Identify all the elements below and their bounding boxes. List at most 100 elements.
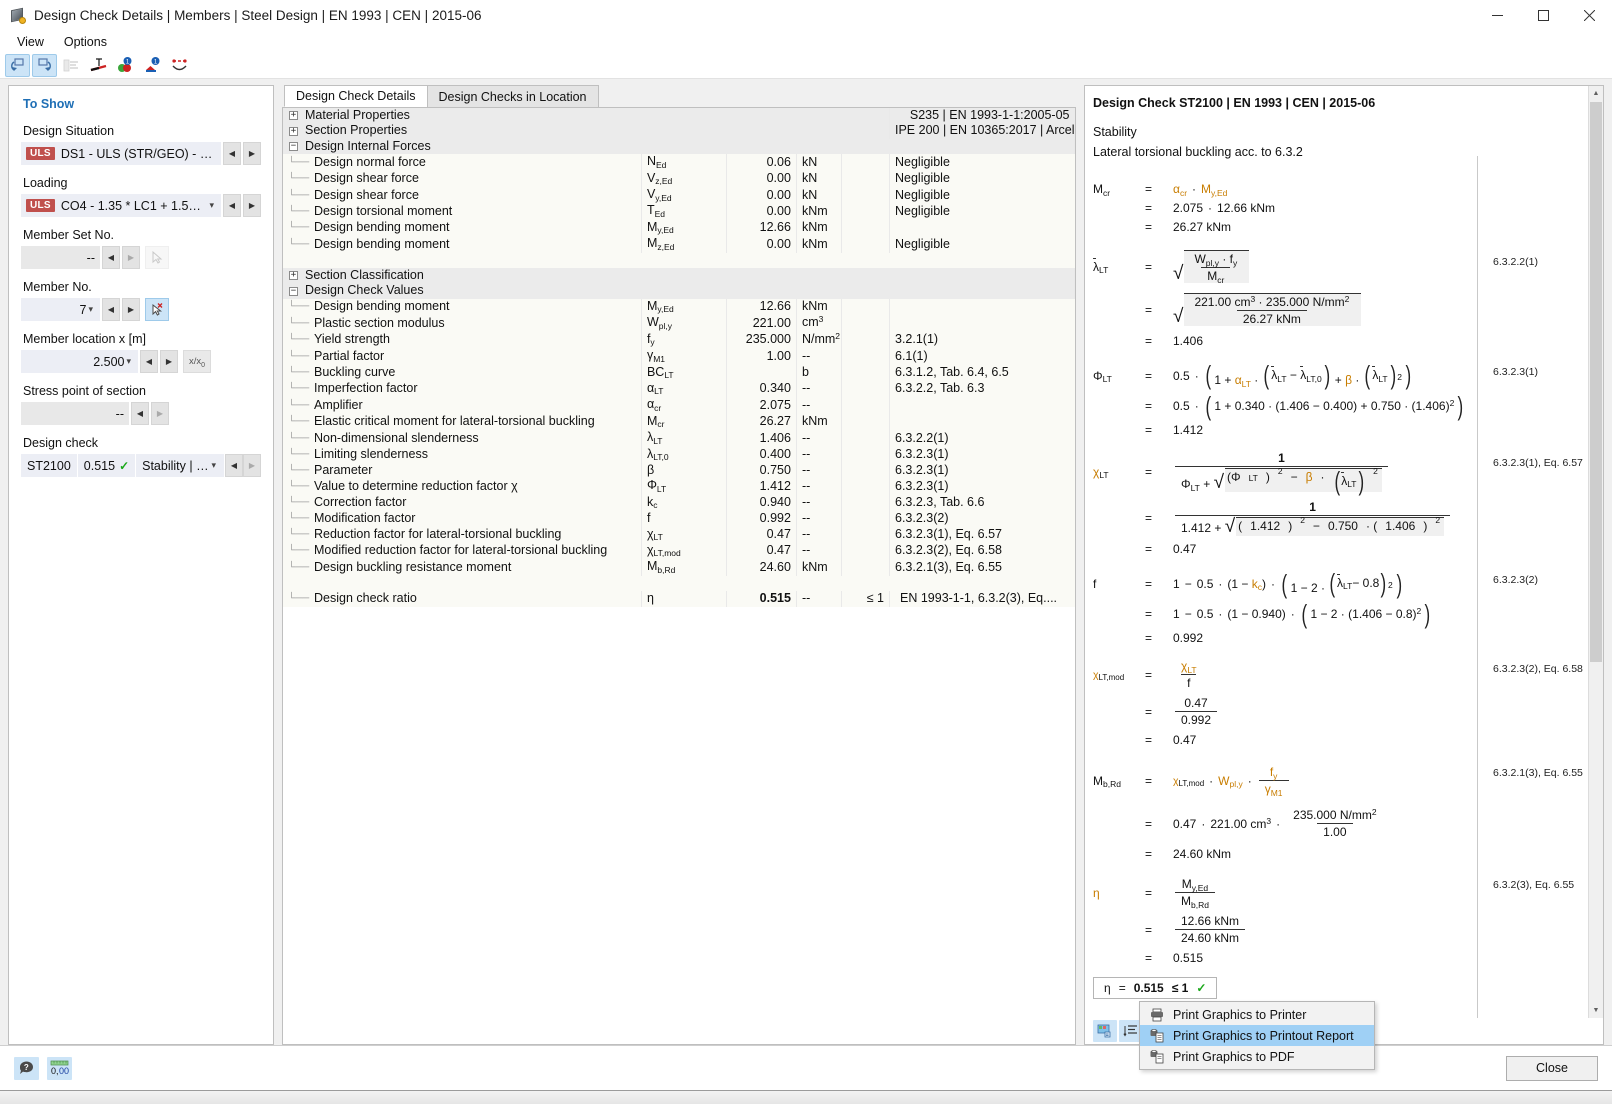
loading-prev-button[interactable]: ◀: [223, 194, 241, 217]
member-no-field[interactable]: 7 ▾: [21, 298, 100, 321]
member-set-no-prev-button[interactable]: ◀: [102, 246, 120, 269]
table-row[interactable]: + Section Classification: [283, 268, 1075, 284]
table-row[interactable]: └── Partial factor γM1 1.00 -- 6.1(1): [283, 348, 1075, 365]
table-view-icon[interactable]: [59, 54, 84, 77]
table-row[interactable]: └── Imperfection factor αLT 0.340 -- 6.3.…: [283, 380, 1075, 398]
minimize-button[interactable]: [1474, 0, 1520, 31]
table-row[interactable]: └── Correction factor kc 0.940 -- 6.3.2.3…: [283, 494, 1075, 512]
scroll-thumb[interactable]: [1590, 102, 1602, 662]
member-set-no-next-button[interactable]: ▶: [122, 246, 140, 269]
expander-icon[interactable]: +: [289, 111, 298, 121]
member-no-pick-icon[interactable]: [145, 298, 169, 321]
member-no-next-button[interactable]: ▶: [122, 298, 140, 321]
group-section-properties[interactable]: + Section Properties: [283, 123, 890, 139]
expander-icon[interactable]: −: [289, 286, 298, 296]
design-check-details-panel: Design Check ST2100 | EN 1993 | CEN | 20…: [1084, 85, 1604, 1045]
table-row[interactable]: └── Modified reduction factor for lateral…: [283, 542, 1075, 560]
group-section-classification[interactable]: + Section Classification: [283, 268, 1075, 284]
table-row[interactable]: └── Design bending moment My,Ed 12.66 kNm: [283, 298, 1075, 316]
stress-point-next-button[interactable]: ▶: [151, 402, 169, 425]
menu-view[interactable]: View: [9, 33, 52, 51]
chevron-down-icon[interactable]: ▾: [207, 200, 216, 211]
relative-location-toggle[interactable]: x / x0: [183, 350, 211, 373]
design-situation-prev-button[interactable]: ◀: [223, 142, 241, 165]
design-check-id[interactable]: ST2100: [21, 454, 78, 477]
member-set-pick-icon[interactable]: [145, 246, 169, 269]
chevron-down-icon[interactable]: ▾: [86, 304, 95, 315]
group-material-properties[interactable]: + Material Properties: [283, 108, 890, 124]
internal-forces-icon[interactable]: 1: [140, 54, 165, 77]
design-check-type-cell[interactable]: Stability | Later... ▾: [136, 454, 225, 477]
help-icon[interactable]: ?: [14, 1056, 39, 1080]
expander-icon[interactable]: +: [289, 126, 298, 136]
design-check-ratio-row[interactable]: └──Design check ratio η 0.515 -- ≤ 1 ✓ E…: [283, 591, 1075, 607]
member-set-no-field[interactable]: --: [21, 246, 100, 269]
table-row[interactable]: └── Design buckling resistance moment Mb,…: [283, 559, 1075, 576]
stress-point-field[interactable]: --: [21, 402, 129, 425]
table-row[interactable]: └── Design shear force Vy,Ed 0.00 kN Negl…: [283, 187, 1075, 204]
formula-phi-substituted: = 0.5 · ( 1 + 0.340 · (1.406 − 0.400) + 0…: [1145, 391, 1464, 421]
member-location-field[interactable]: 2.500 ▾: [21, 350, 138, 373]
scroll-up-arrow[interactable]: ▲: [1589, 86, 1603, 101]
table-row[interactable]: − Design Internal Forces: [283, 138, 1075, 155]
svg-text:0,: 0,: [51, 1066, 59, 1076]
chevron-down-icon[interactable]: ▾: [124, 356, 133, 367]
expander-icon[interactable]: +: [289, 271, 298, 281]
close-dialog-button[interactable]: Close: [1506, 1055, 1598, 1081]
table-row[interactable]: └── Non-dimensional slenderness λLT 1.406…: [283, 430, 1075, 447]
member-location-next-button[interactable]: ▶: [160, 350, 178, 373]
table-row[interactable]: └── Parameter β 0.750 -- 6.3.2.3(1): [283, 462, 1075, 479]
result-values-icon[interactable]: 1: [113, 54, 138, 77]
design-situation-field[interactable]: ULS DS1 - ULS (STR/GEO) - Permanent ...: [21, 142, 221, 165]
tab-design-check-details[interactable]: Design Check Details: [284, 85, 428, 107]
member-set-no-value: --: [86, 250, 95, 265]
table-row[interactable]: └── Yield strength fy 235.000 N/mm2 3.2.1…: [283, 331, 1075, 349]
previous-design-check-icon[interactable]: [5, 53, 30, 77]
table-row[interactable]: − Design Check Values: [283, 283, 1075, 299]
stress-point-prev-button[interactable]: ◀: [131, 402, 149, 425]
tab-design-checks-in-location[interactable]: Design Checks in Location: [426, 85, 599, 107]
scroll-down-arrow[interactable]: ▼: [1589, 1003, 1603, 1018]
table-row[interactable]: └── Design shear force Vz,Ed 0.00 kN Negl…: [283, 170, 1075, 188]
details-vertical-scrollbar[interactable]: ▲ ▼: [1588, 86, 1603, 1018]
diagram-icon[interactable]: [167, 54, 192, 77]
design-check-grid[interactable]: + Material Properties S235 | EN 1993-1-1:…: [282, 107, 1076, 1045]
member-location-prev-button[interactable]: ◀: [140, 350, 158, 373]
close-button[interactable]: [1566, 0, 1612, 31]
table-row[interactable]: + Material Properties S235 | EN 1993-1-1:…: [283, 108, 1075, 124]
table-row[interactable]: └── Design normal force NEd 0.06 kN Negli…: [283, 154, 1075, 171]
design-situation-next-button[interactable]: ▶: [243, 142, 261, 165]
next-design-check-icon[interactable]: [32, 53, 57, 77]
table-row[interactable]: └── Buckling curve BCLT b 6.3.1.2, Tab. 6…: [283, 364, 1075, 381]
table-row[interactable]: └── Design bending moment Mz,Ed 0.00 kNm …: [283, 236, 1075, 253]
table-row[interactable]: └── Limiting slenderness λLT,0 0.400 -- 6…: [283, 446, 1075, 463]
member-no-prev-button[interactable]: ◀: [102, 298, 120, 321]
table-row[interactable]: └── Value to determine reduction factor χ…: [283, 478, 1075, 495]
menu-item-print-to-pdf[interactable]: Print Graphics to PDF: [1140, 1046, 1374, 1067]
loading-field[interactable]: ULS CO4 - 1.35 * LC1 + 1.50 * LC2 + ... …: [21, 194, 221, 217]
design-check-next-button[interactable]: ▶: [243, 454, 261, 477]
symbol-cell: Vz,Ed: [641, 170, 727, 188]
table-row[interactable]: └── Design bending moment My,Ed 12.66 kNm: [283, 219, 1075, 237]
group-design-check-values[interactable]: − Design Check Values: [283, 283, 1075, 299]
table-row[interactable]: └── Elastic critical moment for lateral-t…: [283, 413, 1075, 431]
maximize-button[interactable]: [1520, 0, 1566, 31]
table-row[interactable]: └── Amplifier αcr 2.075 --: [283, 397, 1075, 414]
menu-options[interactable]: Options: [56, 33, 115, 51]
table-row[interactable]: └── Modification factor f 0.992 -- 6.3.2.…: [283, 511, 1075, 527]
graphics-preview-icon[interactable]: [1093, 1020, 1117, 1042]
table-row[interactable]: └── Reduction factor for lateral-torsiona…: [283, 526, 1075, 543]
loading-next-button[interactable]: ▶: [243, 194, 261, 217]
units-icon[interactable]: 0, 00: [47, 1056, 72, 1080]
expander-icon[interactable]: −: [289, 142, 298, 152]
table-row[interactable]: + Section Properties IPE 200 | EN 10365:2…: [283, 123, 1075, 139]
section-axes-icon[interactable]: [86, 54, 111, 77]
details-scroll-area[interactable]: Design Check ST2100 | EN 1993 | CEN | 20…: [1085, 86, 1603, 1018]
table-row[interactable]: └── Plastic section modulus Wpl,y 221.00 …: [283, 315, 1075, 332]
group-design-internal-forces[interactable]: − Design Internal Forces: [283, 138, 1075, 155]
design-check-prev-button[interactable]: ◀: [225, 454, 243, 477]
menu-item-print-to-printout-report[interactable]: Print Graphics to Printout Report: [1140, 1025, 1374, 1046]
table-row[interactable]: └── Design torsional moment TEd 0.00 kNm …: [283, 203, 1075, 220]
menu-item-print-to-printer[interactable]: Print Graphics to Printer: [1140, 1004, 1374, 1025]
chevron-down-icon[interactable]: ▾: [209, 460, 218, 471]
